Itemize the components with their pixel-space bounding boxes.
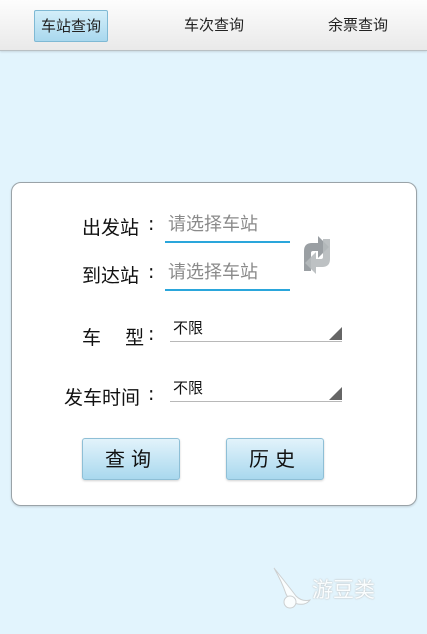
dropdown-triangle-icon [329, 327, 342, 340]
swap-arrows-icon[interactable] [294, 231, 340, 279]
depart-time-label: 发车时间 [64, 387, 141, 409]
departure-colon: : [148, 213, 155, 235]
train-type-colon: : [148, 323, 155, 345]
arrival-label: 到达站 [82, 265, 140, 287]
arrival-station-input[interactable] [165, 255, 290, 291]
depart-time-select[interactable]: 不限 [170, 377, 342, 402]
depart-time-colon: : [148, 383, 155, 405]
train-type-select[interactable]: 不限 [170, 317, 342, 342]
tab-remaining-tickets-query[interactable]: 余票查询 [318, 10, 398, 40]
depart-time-value: 不限 [173, 379, 204, 397]
watermark: 游豆类 [268, 562, 408, 612]
train-type-label: 车 型 [82, 327, 145, 349]
query-form-panel: 出发站 : 到达站 : 车 型 : 不限 发车时间 : 不限 查询 历史 [11, 182, 417, 506]
tab-station-query[interactable]: 车站查询 [34, 10, 108, 42]
train-type-value: 不限 [173, 319, 204, 337]
query-button[interactable]: 查询 [82, 438, 180, 480]
arrival-colon: : [148, 261, 155, 283]
bird-logo-icon [273, 567, 312, 609]
tab-train-query[interactable]: 车次查询 [174, 10, 254, 40]
top-tab-bar: 车站查询 车次查询 余票查询 [0, 0, 427, 51]
departure-label: 出发站 [82, 217, 140, 239]
watermark-text: 游豆类 [312, 578, 375, 602]
departure-station-input[interactable] [165, 207, 290, 243]
dropdown-triangle-icon [329, 387, 342, 400]
history-button[interactable]: 历史 [226, 438, 324, 480]
